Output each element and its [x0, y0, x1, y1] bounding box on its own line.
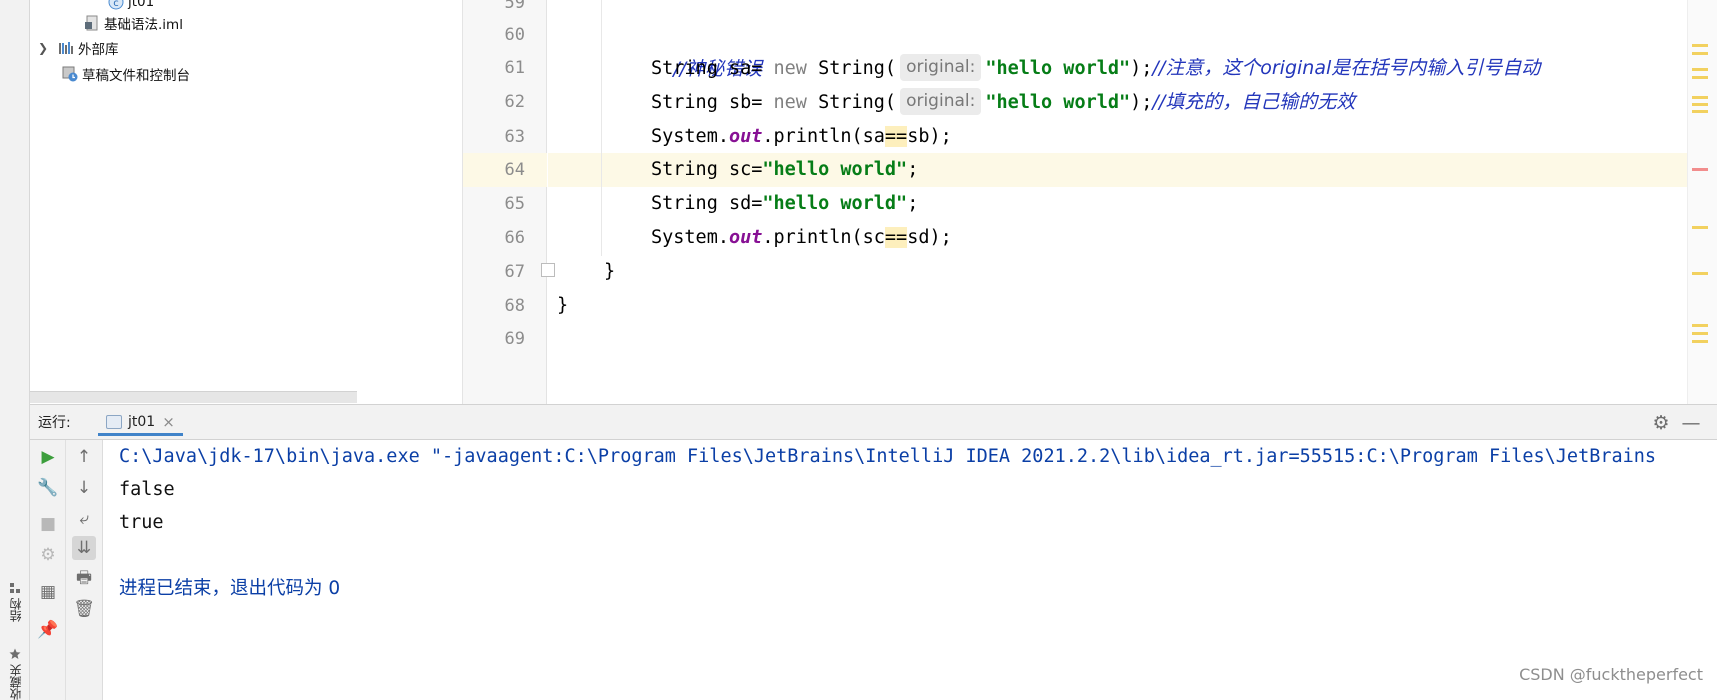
warning-marker[interactable]	[1692, 340, 1708, 343]
line-number: 62	[504, 92, 525, 112]
warning-marker[interactable]	[1692, 68, 1708, 71]
structure-tab[interactable]: 结构	[6, 582, 24, 622]
iml-file-icon	[84, 15, 100, 31]
line-number: 65	[504, 194, 525, 214]
java-class-icon: c	[108, 0, 124, 10]
console-exit-message: 进程已结束，退出代码为 0	[119, 578, 341, 599]
warning-marker[interactable]	[1692, 110, 1708, 113]
line-number: 67	[504, 262, 525, 282]
console-output-line: false	[119, 479, 175, 500]
warning-marker[interactable]	[1692, 103, 1708, 106]
line-number: 66	[504, 228, 525, 248]
line-number: 64	[504, 160, 525, 180]
warning-marker[interactable]	[1692, 332, 1708, 335]
editor-marker-bar[interactable]	[1687, 0, 1717, 404]
error-marker[interactable]	[1692, 168, 1708, 171]
run-window-label: 运行:	[38, 415, 71, 431]
watermark: CSDN @fucktheperfect	[1519, 665, 1703, 684]
trash-icon[interactable]: 🗑	[72, 597, 96, 621]
console-output-line: true	[119, 512, 164, 533]
scroll-to-end-icon[interactable]: ⇊	[72, 536, 96, 560]
line-number: 59	[504, 0, 525, 13]
match-highlight: ==	[884, 227, 908, 248]
code-line-60: //神秘错误	[673, 58, 763, 80]
chevron-right-icon[interactable]: ❯	[38, 41, 52, 55]
code-line-61: String sa= new String(original: "hello wo…	[651, 51, 1540, 85]
library-icon	[58, 40, 74, 56]
tree-item-label: 外部库	[78, 42, 119, 58]
run-toolbar-primary: ▶ 🔧 ■ ⚙ ▦ 📌	[30, 440, 66, 700]
tree-item-iml[interactable]: 基础语法.iml	[84, 12, 183, 34]
code-line-62: String sb= new String(original: "hello wo…	[651, 85, 1355, 119]
arrow-up-icon[interactable]: ↑	[72, 445, 96, 469]
code-line-63: System.out.println(sa==sb);	[651, 126, 952, 147]
code-line-67: }	[604, 261, 616, 282]
line-number: 61	[504, 58, 525, 78]
tree-item-external-libraries[interactable]: ❯ 外部库	[38, 37, 119, 59]
warning-marker[interactable]	[1692, 96, 1708, 99]
pin-icon[interactable]: 📌	[36, 618, 60, 642]
run-window-header: 运行: jt01 × ⚙ —	[30, 404, 1717, 440]
line-number: 69	[504, 329, 525, 349]
project-tree: c jt01 基础语法.iml ❯ 外部库 草稿文件和控制台	[30, 0, 463, 404]
warning-marker[interactable]	[1692, 272, 1708, 275]
soft-wrap-icon[interactable]: ⤶	[72, 507, 96, 531]
tree-horizontal-scrollbar[interactable]	[30, 391, 357, 403]
run-console[interactable]: C:\Java\jdk-17\bin\java.exe "-javaagent:…	[103, 440, 1717, 700]
warning-marker[interactable]	[1692, 44, 1708, 47]
parameter-hint: original:	[900, 54, 982, 81]
structure-icon	[10, 583, 20, 593]
line-number: 63	[504, 127, 525, 147]
indent-guide	[601, 0, 602, 256]
tree-item-label: jt01	[128, 0, 155, 10]
tree-item-label: 草稿文件和控制台	[82, 68, 190, 84]
tree-item-scratches[interactable]: 草稿文件和控制台	[62, 63, 190, 85]
gear-icon[interactable]: ⚙	[1651, 413, 1671, 433]
print-icon[interactable]: 🖶	[72, 567, 96, 591]
run-toolbar-secondary: ↑ ↓ ⤶ ⇊ 🖶 🗑	[66, 440, 103, 700]
match-highlight: ==	[884, 126, 908, 147]
parameter-hint: original:	[900, 88, 982, 115]
close-icon[interactable]: ×	[162, 413, 175, 431]
warning-marker[interactable]	[1692, 52, 1708, 55]
fold-marker-icon[interactable]	[541, 263, 555, 277]
debug-icon[interactable]: ⚙	[36, 543, 60, 567]
star-icon	[9, 648, 21, 659]
console-command-line: C:\Java\jdk-17\bin\java.exe "-javaagent:…	[119, 446, 1657, 467]
favorites-tab[interactable]: 收藏夹	[6, 648, 24, 700]
left-tool-strip: 结构 收藏夹	[0, 0, 30, 700]
code-line-66: System.out.println(sc==sd);	[651, 227, 952, 248]
scratches-icon	[62, 66, 78, 82]
hide-icon[interactable]: —	[1681, 413, 1701, 433]
warning-marker[interactable]	[1692, 76, 1708, 79]
run-tab-label: jt01	[128, 413, 156, 430]
warning-marker[interactable]	[1692, 324, 1708, 327]
wrench-icon[interactable]: 🔧	[36, 476, 60, 500]
line-number: 68	[504, 296, 525, 316]
console-icon	[106, 414, 122, 429]
code-line-64: String sc="hello world";	[651, 159, 919, 180]
code-line-68: }	[557, 295, 569, 316]
rerun-icon[interactable]: ▶	[36, 445, 60, 469]
svg-text:c: c	[113, 0, 119, 9]
run-tab-jt01[interactable]: jt01 ×	[98, 410, 183, 436]
layout-icon[interactable]: ▦	[36, 580, 60, 604]
stop-icon[interactable]: ■	[36, 512, 60, 536]
warning-marker[interactable]	[1692, 226, 1708, 229]
structure-tab-label: 结构	[8, 598, 23, 622]
favorites-tab-label: 收藏夹	[8, 664, 23, 700]
tree-item-label: 基础语法.iml	[104, 17, 183, 33]
code-line-65: String sd="hello world";	[651, 193, 919, 214]
arrow-down-icon[interactable]: ↓	[72, 476, 96, 500]
line-number: 60	[504, 25, 525, 45]
